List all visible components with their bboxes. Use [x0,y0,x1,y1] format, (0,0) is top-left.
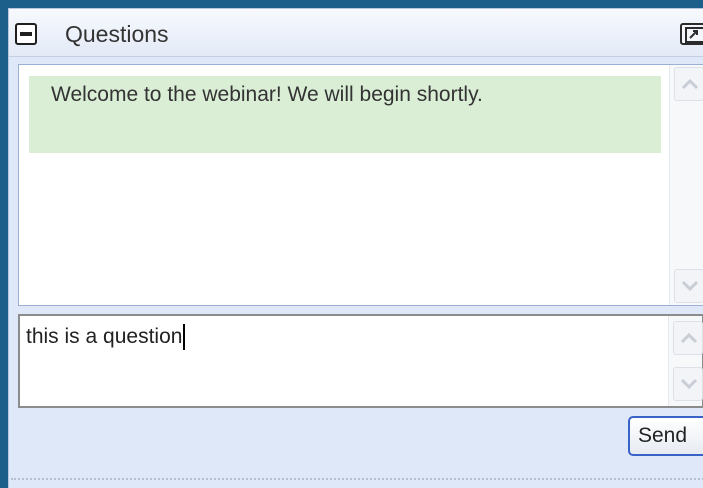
question-input-value: this is a question [26,325,183,348]
chevron-up-icon [681,78,699,90]
panel-title: Questions [65,21,169,47]
popout-button[interactable] [680,23,703,45]
question-input[interactable]: this is a question [18,314,703,408]
chat-scrollbar[interactable] [669,65,703,305]
panel-header: Questions [9,9,703,57]
input-scroll-down-button[interactable] [673,367,703,401]
chat-scroll-down-button[interactable] [674,269,703,303]
chevron-up-icon [680,332,698,344]
input-scrollbar[interactable] [668,316,703,406]
popout-window-icon [685,27,703,43]
chat-scroll-up-button[interactable] [674,67,703,101]
minus-icon [20,32,32,36]
questions-panel: Questions Welcome to the webinar! We wil… [8,8,703,488]
chevron-down-icon [680,378,698,390]
text-caret [183,324,186,350]
chat-messages-area: Welcome to the webinar! We will begin sh… [18,64,703,306]
chat-message: Welcome to the webinar! We will begin sh… [29,76,661,153]
send-button[interactable]: Send [628,416,703,456]
input-scroll-up-button[interactable] [673,321,703,355]
question-input-text[interactable]: this is a question [26,324,186,350]
chevron-down-icon [681,280,699,292]
collapse-button[interactable] [15,23,37,45]
panel-bottom-divider [11,478,703,480]
